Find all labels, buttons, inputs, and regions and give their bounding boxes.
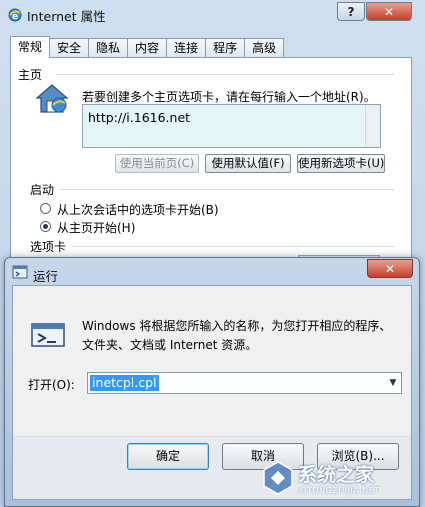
startup-home-page-label: 从主页开始(H) [57,221,136,235]
svg-text:e: e [12,12,18,22]
home-page-description: 若要创建多个主页选项卡，请在每行输入一个地址(R)。 [82,90,376,104]
site-watermark: 系统之家 XITONGZHIJIA.NET [258,456,423,504]
tab-security[interactable]: 安全 [49,38,90,58]
startup-last-session-label: 从上次会话中的选项卡开始(B) [57,203,219,217]
run-dialog-description: Windows 将根据您所输入的名称，为您打开相应的程序、 文件夹、文档或 In… [82,317,391,355]
home-page-url-field[interactable]: http://i.1616.net [82,104,381,148]
run-program-icon [31,323,65,347]
tabs-section-divider [72,246,394,247]
tab-privacy[interactable]: 隐私 [88,38,129,58]
startup-section-divider [60,189,394,190]
internet-options-titlebar[interactable]: e Internet 属性 ? ✕ [0,0,425,34]
watermark-text: 系统之家 [298,464,375,486]
run-open-input[interactable]: inetcpl.cpl ▼ [87,372,402,394]
use-new-tab-button[interactable]: 使用新选项卡(U) [297,154,385,173]
tab-programs[interactable]: 程序 [205,38,246,58]
internet-explorer-icon: e [8,8,22,22]
home-section-divider [56,74,394,75]
help-button[interactable]: ? [337,2,365,21]
tab-advanced[interactable]: 高级 [244,38,285,58]
run-ok-button[interactable]: 确定 [127,443,209,470]
tabs-section-label: 选项卡 [30,240,67,254]
home-section-label: 主页 [18,68,43,82]
run-description-line-2: 文件夹、文档或 Internet 资源。 [82,338,258,352]
use-default-button[interactable]: 使用默认值(F) [205,154,291,173]
url-field-scrollbar[interactable] [365,105,380,147]
internet-options-tabs: 常规 安全 隐私 内容 连接 程序 高级 [10,36,285,58]
watermark-logo-icon [263,461,293,495]
home-page-icon [35,84,69,113]
run-description-line-1: Windows 将根据您所输入的名称，为您打开相应的程序、 [82,319,392,333]
tab-general[interactable]: 常规 [10,36,51,58]
startup-last-session-radio[interactable] [40,203,51,214]
tab-connections[interactable]: 连接 [166,38,207,58]
run-open-dropdown-arrow-icon[interactable]: ▼ [385,373,401,393]
home-page-url-text: http://i.1616.net [88,110,191,125]
run-title-icon [12,265,28,279]
watermark-url: XITONGZHIJIA.NET [298,486,380,495]
use-current-page-button[interactable]: 使用当前页(C) [115,154,199,173]
internet-options-title: Internet 属性 [27,9,106,24]
startup-home-page-radio[interactable] [40,221,51,232]
run-dialog-title: 运行 [33,269,59,284]
internet-options-close-button[interactable]: ✕ [366,2,412,21]
startup-section-label: 启动 [30,183,55,197]
run-open-input-value: inetcpl.cpl [90,375,159,391]
run-open-label: 打开(O): [28,378,75,392]
tab-content[interactable]: 内容 [127,38,168,58]
run-dialog-close-button[interactable]: ✕ [367,259,413,278]
